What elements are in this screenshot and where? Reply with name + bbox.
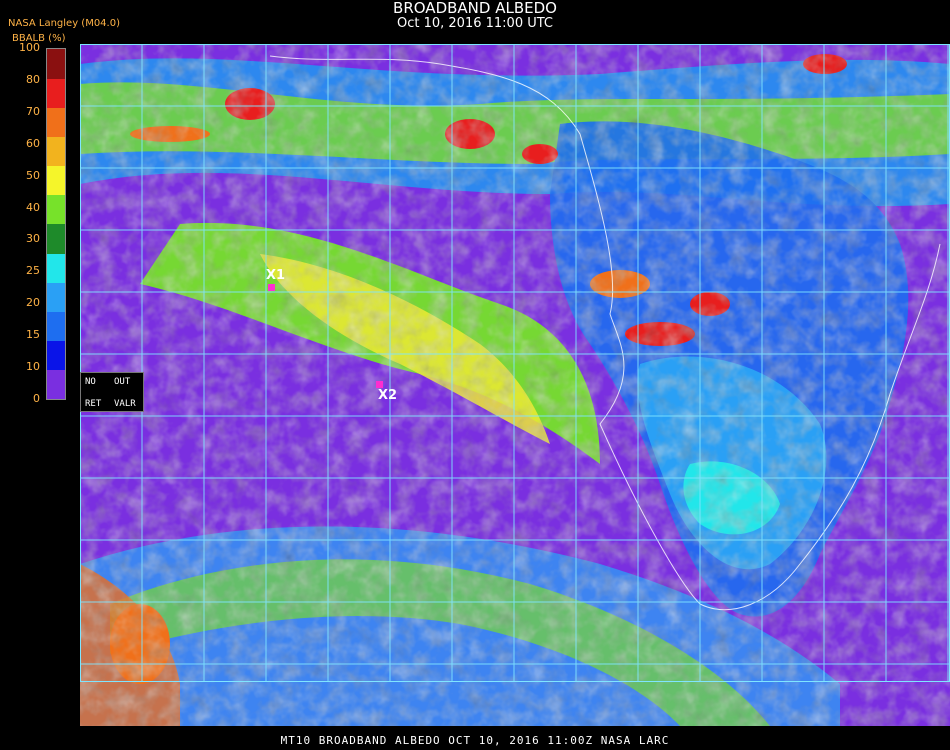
colorbar-tick-label: 80	[26, 72, 40, 86]
colorbar-tick-label: 100	[19, 41, 40, 54]
footer-caption: MT10 BROADBAND ALBEDO OCT 10, 2016 11:00…	[280, 734, 670, 747]
map-title: BROADBAND ALBEDO	[393, 0, 557, 17]
colorbar-tick-label: 60	[26, 136, 40, 150]
legend-no: NO	[85, 377, 96, 387]
colorbar-segment	[47, 224, 65, 254]
legend-out: OUT	[114, 377, 131, 387]
colorbar-tick-label: 40	[26, 200, 40, 214]
colorbar-segment	[47, 78, 65, 108]
colorbar-tick-label: 30	[26, 232, 40, 246]
legend-valr: VALR	[114, 399, 136, 409]
marker-x1-dot	[268, 284, 275, 291]
colorbar-segment	[47, 369, 65, 400]
colorbar-segment	[47, 49, 65, 79]
colorbar-tick-label: 70	[26, 104, 40, 118]
colorbar-tick-label: 25	[26, 264, 40, 278]
colorbar-segment	[47, 194, 65, 225]
colorbar-segment	[47, 253, 65, 283]
colorbar-tick-label: 50	[26, 168, 40, 182]
marker-x2-dot	[376, 381, 383, 388]
colorbar-tick-label: 0	[33, 392, 40, 405]
colorbar-tick-label: 15	[26, 328, 40, 342]
colorbar	[46, 48, 66, 400]
marker-x2-label: X2	[378, 388, 398, 403]
colorbar-tick-label: 10	[26, 360, 40, 374]
source-label: NASA Langley (M04.0)	[8, 18, 120, 29]
colorbar-segment	[47, 311, 65, 342]
colorbar-segment	[47, 282, 65, 312]
colorbar-segment	[47, 165, 65, 196]
marker-x1-label: X1	[266, 268, 286, 283]
colorbar-tick-label: 20	[26, 296, 40, 310]
colorbar-segment	[47, 136, 65, 167]
map-subtitle: Oct 10, 2016 11:00 UTC	[397, 16, 553, 31]
legend-box: NO OUT RET VALR	[80, 372, 144, 412]
colorbar-segment	[47, 107, 65, 137]
albedo-map	[80, 44, 950, 726]
legend-ret: RET	[85, 399, 102, 409]
colorbar-segment	[47, 340, 65, 371]
